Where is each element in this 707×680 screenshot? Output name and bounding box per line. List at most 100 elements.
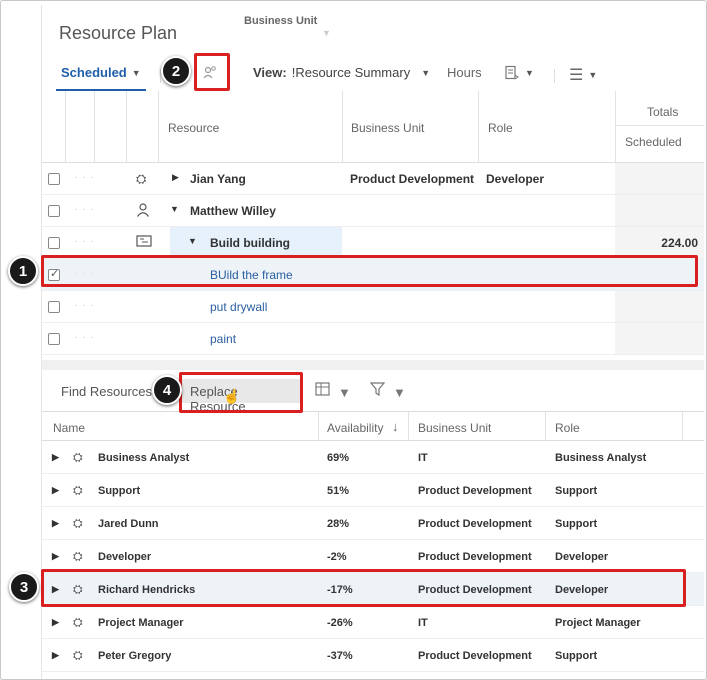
columns-grid-icon[interactable] bbox=[315, 382, 330, 399]
divider bbox=[554, 69, 555, 83]
row-drag-handle[interactable]: · · · bbox=[74, 300, 95, 311]
total-scheduled-value: 224.00 bbox=[661, 236, 698, 250]
collapse-arrow-icon[interactable]: ▼ bbox=[170, 204, 179, 214]
tab-find-resources[interactable]: Find Resources bbox=[61, 384, 152, 399]
role-cell: Project Manager bbox=[555, 617, 641, 629]
column-header-name[interactable]: Name bbox=[53, 421, 85, 435]
business-unit-cell: Product Development bbox=[350, 172, 475, 186]
table-row[interactable]: ▶ ⛭ Business Analyst 69% IT Business Ana… bbox=[42, 441, 704, 474]
scheduled-label: Scheduled bbox=[61, 65, 127, 80]
expand-arrow-icon[interactable]: ▶ bbox=[172, 172, 179, 183]
export-dropdown[interactable]: ▼ bbox=[504, 65, 534, 81]
chevron-down-icon: ▼ bbox=[525, 68, 534, 78]
resource-name: Project Manager bbox=[98, 617, 184, 629]
highlight-box-step-3 bbox=[41, 569, 686, 607]
step-badge-1: 1 bbox=[8, 256, 38, 286]
grid-header: Resource Business Unit Role Totals Sched… bbox=[42, 91, 704, 163]
column-header-business-unit[interactable]: Business Unit bbox=[351, 121, 424, 135]
expand-arrow-icon[interactable]: ▶ bbox=[52, 452, 59, 463]
table-row[interactable]: ▶ ⛭ Peter Gregory -37% Product Developme… bbox=[42, 639, 704, 672]
generic-resource-icon: ⛭ bbox=[73, 450, 83, 464]
step-badge-3: 3 bbox=[9, 572, 39, 602]
role-cell: Business Analyst bbox=[555, 452, 647, 464]
column-header-role[interactable]: Role bbox=[555, 421, 580, 435]
expand-arrow-icon[interactable]: ▶ bbox=[52, 617, 59, 628]
collapse-arrow-icon[interactable]: ▼ bbox=[188, 236, 197, 246]
chevron-down-icon[interactable]: ▼ bbox=[393, 385, 406, 400]
filter-icon[interactable] bbox=[369, 382, 386, 399]
resource-name: Jared Dunn bbox=[98, 518, 159, 530]
view-prefix: View: bbox=[253, 65, 287, 80]
generic-resource-icon: ⛭ bbox=[73, 483, 83, 497]
expand-arrow-icon[interactable]: ▶ bbox=[52, 518, 59, 529]
row-checkbox[interactable] bbox=[48, 173, 60, 185]
task-name[interactable]: paint bbox=[210, 332, 236, 346]
table-row[interactable]: · · · ⛭ ▶ Jian Yang Product Development … bbox=[42, 163, 704, 195]
chevron-down-icon[interactable]: ▼ bbox=[322, 28, 331, 38]
expand-arrow-icon[interactable]: ▶ bbox=[52, 485, 59, 496]
toolbar: Scheduled ▼ View: !Resource Summary ▼ Ho… bbox=[42, 59, 704, 89]
generic-resource-icon: ⛭ bbox=[136, 171, 147, 186]
column-header-availability[interactable]: Availability bbox=[327, 421, 383, 435]
row-checkbox[interactable] bbox=[48, 237, 60, 249]
chevron-down-icon: ▼ bbox=[131, 67, 141, 78]
find-replace-tabs: Find Resources Replace Resource ▼ ▼ bbox=[42, 375, 704, 414]
resource-name: Developer bbox=[98, 551, 152, 563]
screenshot-frame: Resource Plan Business Unit ▼ Scheduled … bbox=[0, 0, 707, 680]
hours-unit-button[interactable]: Hours bbox=[447, 65, 482, 80]
generic-resource-icon: ⛭ bbox=[73, 549, 83, 563]
expand-arrow-icon[interactable]: ▶ bbox=[52, 650, 59, 661]
task-name[interactable]: put drywall bbox=[210, 300, 267, 314]
row-drag-handle[interactable]: · · · bbox=[74, 332, 95, 343]
find-resources-grid: Name Availability ↓ Business Unit Role ▶… bbox=[42, 411, 704, 672]
scheduled-dropdown[interactable]: Scheduled ▼ bbox=[61, 65, 141, 80]
step-badge-4: 4 bbox=[152, 375, 182, 405]
grid-header: Name Availability ↓ Business Unit Role bbox=[42, 411, 704, 441]
role-cell: Support bbox=[555, 485, 598, 497]
generic-resource-icon: ⛭ bbox=[73, 615, 83, 629]
view-value: !Resource Summary bbox=[291, 65, 411, 80]
resource-name: Peter Gregory bbox=[98, 650, 172, 662]
business-unit-cell: Product Development bbox=[418, 650, 532, 662]
row-checkbox[interactable] bbox=[48, 205, 60, 217]
hamburger-menu-icon: ☰ bbox=[569, 67, 584, 84]
column-header-business-unit[interactable]: Business Unit bbox=[418, 421, 491, 435]
column-header-totals: Totals bbox=[647, 105, 679, 119]
column-header-scheduled[interactable]: Scheduled bbox=[625, 135, 682, 149]
table-row[interactable]: · · · paint bbox=[42, 323, 704, 355]
expand-arrow-icon[interactable]: ▶ bbox=[52, 551, 59, 562]
resource-name: Support bbox=[98, 485, 141, 497]
table-row[interactable]: · · · put drywall bbox=[42, 291, 704, 323]
business-unit-cell: Product Development bbox=[418, 518, 532, 530]
panel-splitter[interactable] bbox=[42, 360, 704, 370]
column-header-role[interactable]: Role bbox=[488, 121, 513, 135]
row-drag-handle[interactable]: · · · bbox=[74, 236, 95, 247]
role-cell: Support bbox=[555, 518, 598, 530]
more-menu-dropdown[interactable]: ☰ ▼ bbox=[569, 65, 597, 85]
business-unit-cell: Product Development bbox=[418, 485, 532, 497]
role-cell: Developer bbox=[486, 172, 545, 186]
table-row[interactable]: ▶ ⛭ Jared Dunn 28% Product Development S… bbox=[42, 507, 704, 540]
row-checkbox[interactable] bbox=[48, 333, 60, 345]
view-dropdown[interactable]: View: !Resource Summary ▼ bbox=[253, 65, 430, 80]
availability-value: 69% bbox=[327, 452, 350, 464]
resource-plan-grid: Resource Business Unit Role Totals Sched… bbox=[42, 91, 704, 355]
project-name: Build building bbox=[210, 236, 290, 250]
highlight-box-step-1 bbox=[41, 255, 698, 287]
role-cell: Support bbox=[555, 650, 598, 662]
business-unit-filter-label[interactable]: Business Unit bbox=[244, 15, 317, 27]
row-drag-handle[interactable]: · · · bbox=[74, 172, 95, 183]
row-checkbox[interactable] bbox=[48, 301, 60, 313]
project-icon bbox=[136, 235, 152, 250]
chevron-down-icon[interactable]: ▼ bbox=[338, 385, 351, 400]
resource-name: Matthew Willey bbox=[190, 204, 276, 218]
column-header-resource[interactable]: Resource bbox=[168, 121, 219, 135]
row-drag-handle[interactable]: · · · bbox=[74, 204, 95, 215]
table-row[interactable]: ▶ ⛭ Support 51% Product Development Supp… bbox=[42, 474, 704, 507]
table-row[interactable]: ▶ ⛭ Project Manager -26% IT Project Mana… bbox=[42, 606, 704, 639]
generic-resource-icon: ⛭ bbox=[73, 648, 83, 662]
sort-descending-icon[interactable]: ↓ bbox=[392, 419, 399, 434]
person-icon bbox=[136, 203, 150, 220]
business-unit-cell: IT bbox=[418, 452, 428, 464]
table-row[interactable]: · · · ▼ Matthew Willey bbox=[42, 195, 704, 227]
